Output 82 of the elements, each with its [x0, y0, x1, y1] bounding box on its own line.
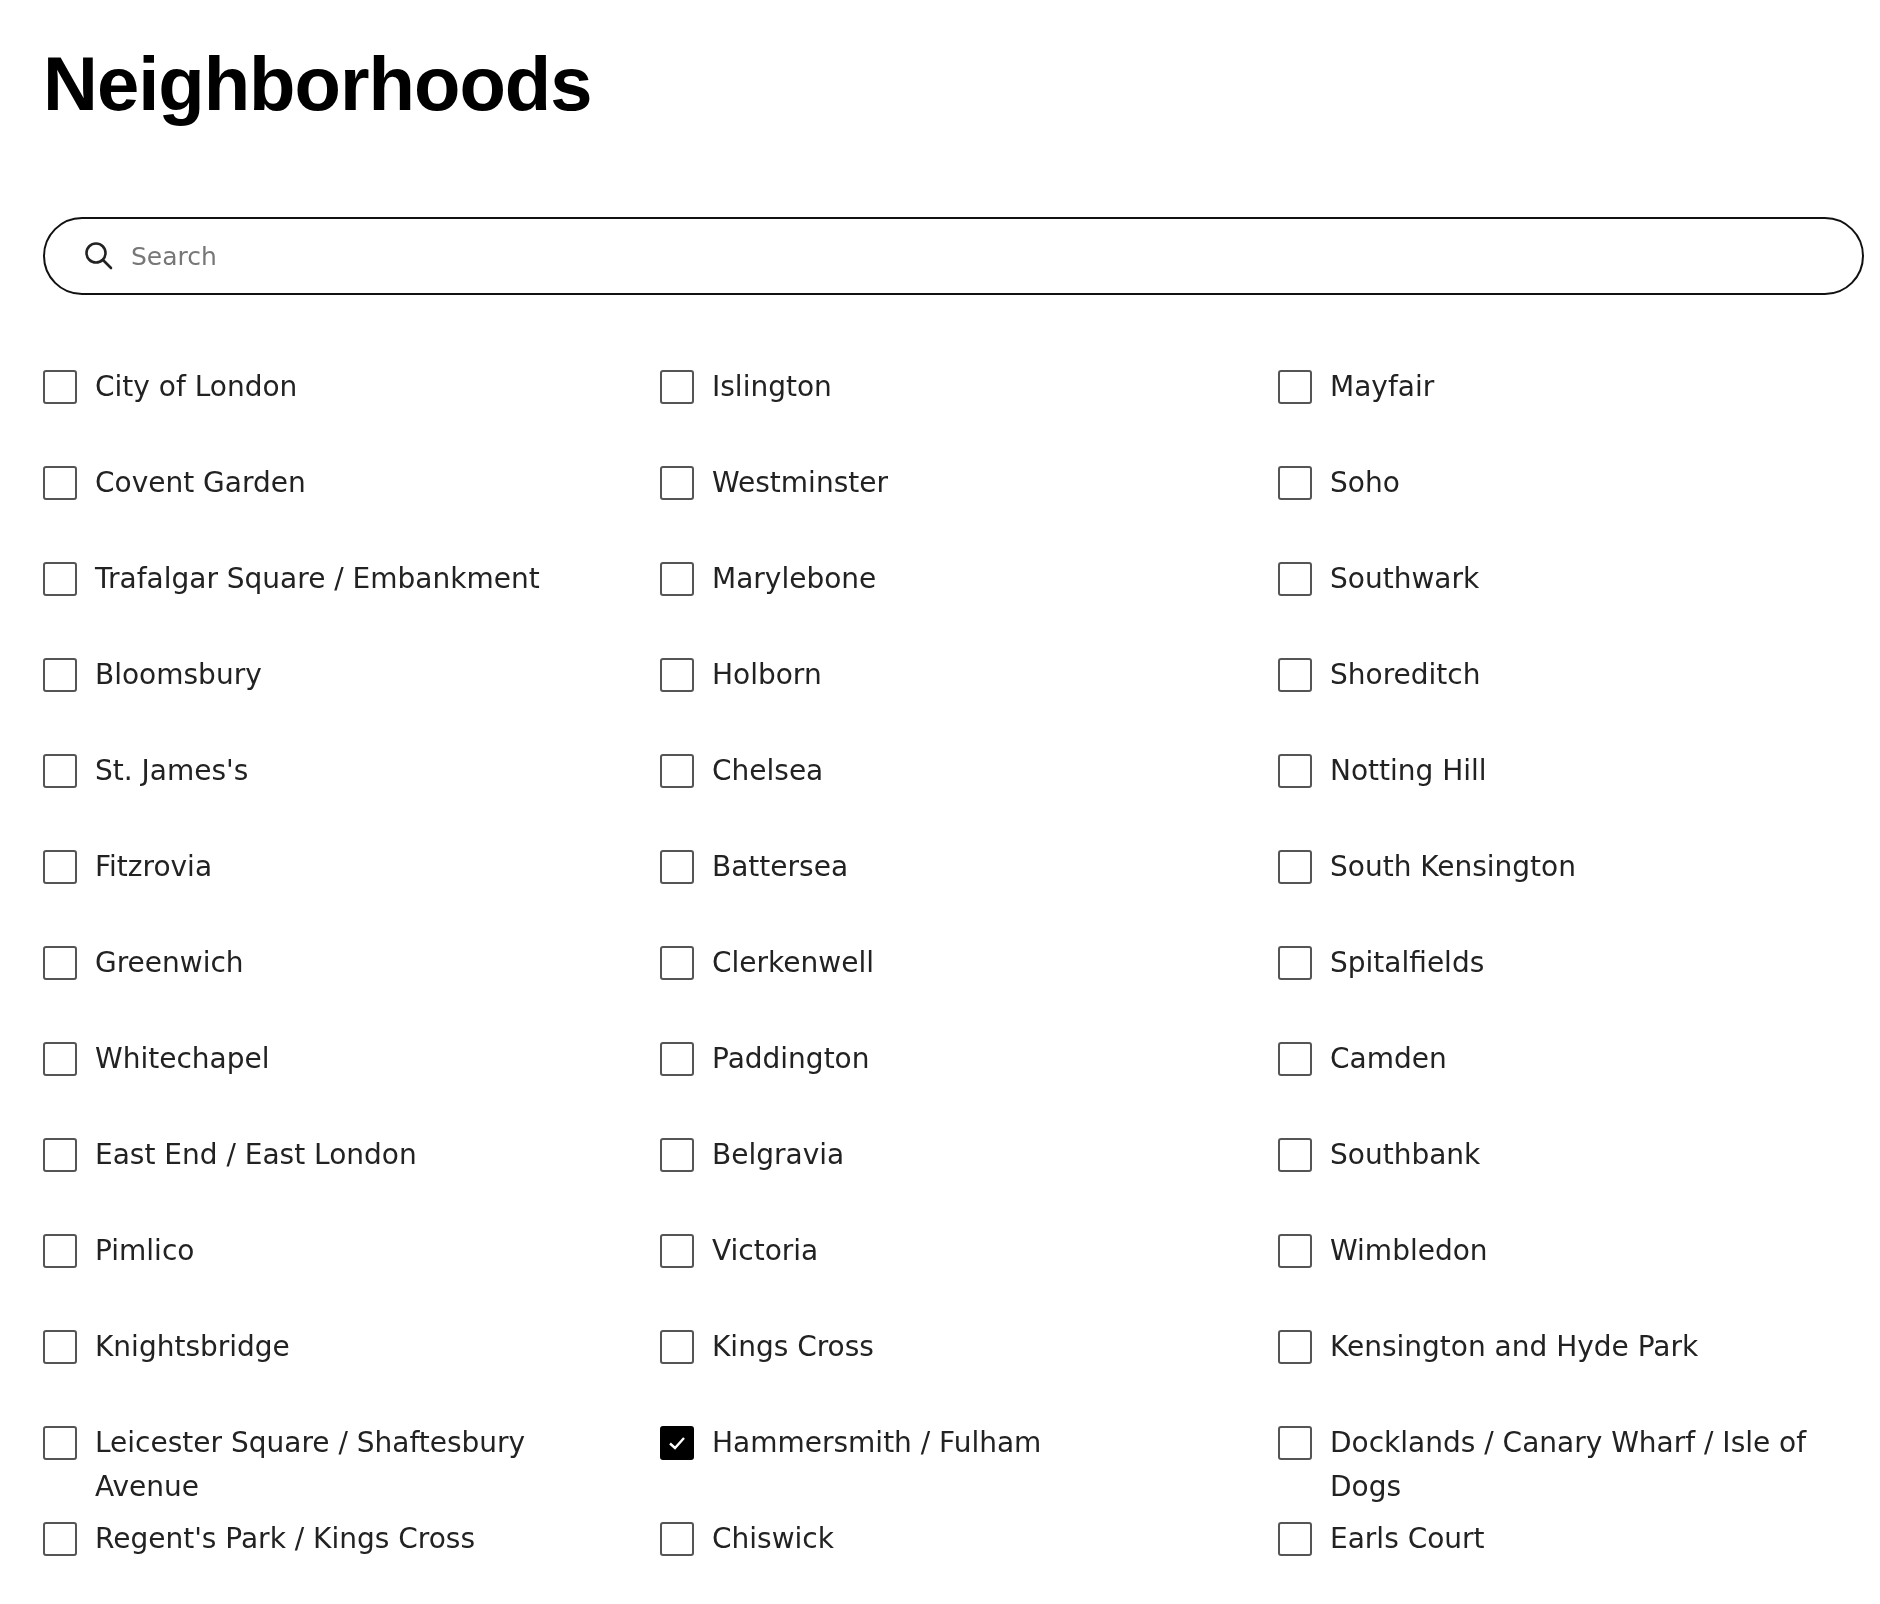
checkbox[interactable] — [660, 658, 694, 692]
checkbox[interactable] — [660, 562, 694, 596]
checkbox[interactable] — [660, 466, 694, 500]
search-icon — [83, 240, 115, 272]
checkbox[interactable] — [43, 1330, 77, 1364]
checkbox-label[interactable]: Earls Court — [1330, 1517, 1485, 1561]
checkbox[interactable] — [43, 1234, 77, 1268]
checkbox-label[interactable]: Southwark — [1330, 557, 1480, 601]
checkbox[interactable] — [43, 1138, 77, 1172]
checkbox[interactable] — [1278, 466, 1312, 500]
checkbox-label[interactable]: Regent's Park / Kings Cross — [95, 1517, 475, 1561]
checkbox-label[interactable]: Hammersmith / Fulham — [712, 1421, 1042, 1465]
checkbox-label[interactable]: Clerkenwell — [712, 941, 874, 985]
checkbox[interactable] — [660, 1234, 694, 1268]
checkbox-label[interactable]: Wimbledon — [1330, 1229, 1488, 1273]
checkbox[interactable] — [660, 1522, 694, 1556]
checkbox[interactable] — [660, 946, 694, 980]
search-field[interactable]: Search — [129, 240, 1862, 272]
checkbox-label[interactable]: Paddington — [712, 1037, 870, 1081]
checkbox-label[interactable]: Bloomsbury — [95, 653, 262, 697]
checkbox[interactable] — [43, 850, 77, 884]
checkbox[interactable] — [660, 1426, 694, 1460]
checkbox[interactable] — [660, 1138, 694, 1172]
checkbox[interactable] — [1278, 1042, 1312, 1076]
checkbox[interactable] — [43, 658, 77, 692]
checkbox[interactable] — [660, 850, 694, 884]
search-bar[interactable]: Search — [43, 217, 1864, 295]
checkbox-label[interactable]: City of London — [95, 365, 298, 409]
checkbox[interactable] — [1278, 946, 1312, 980]
checkbox-label[interactable]: Westminster — [712, 461, 888, 505]
checkbox-label[interactable]: Kings Cross — [712, 1325, 874, 1369]
checkbox[interactable] — [1278, 1522, 1312, 1556]
checkbox-label[interactable]: Pimlico — [95, 1229, 195, 1273]
checkbox[interactable] — [1278, 1426, 1312, 1460]
checkbox-label[interactable]: Leicester Square / Shaftesbury Avenue — [95, 1421, 595, 1509]
checkbox[interactable] — [43, 1522, 77, 1556]
checkbox-label[interactable]: Docklands / Canary Wharf / Isle of Dogs — [1330, 1421, 1830, 1509]
checkbox[interactable] — [43, 1426, 77, 1460]
checkbox-label[interactable]: Spitalfields — [1330, 941, 1485, 985]
checkbox[interactable] — [43, 370, 77, 404]
checkbox-label[interactable]: Greenwich — [95, 941, 244, 985]
checkbox-label[interactable]: Belgravia — [712, 1133, 845, 1177]
checkbox[interactable] — [1278, 370, 1312, 404]
checkbox[interactable] — [1278, 562, 1312, 596]
checkbox-label[interactable]: Mayfair — [1330, 365, 1435, 409]
checkbox-label[interactable]: Marylebone — [712, 557, 877, 601]
checkbox[interactable] — [1278, 850, 1312, 884]
checkbox[interactable] — [660, 1042, 694, 1076]
checkbox[interactable] — [1278, 658, 1312, 692]
checkbox[interactable] — [43, 466, 77, 500]
checkbox[interactable] — [43, 562, 77, 596]
checkbox-label[interactable]: Camden — [1330, 1037, 1447, 1081]
page-title: Neighborhoods — [43, 40, 592, 128]
checkbox[interactable] — [1278, 1138, 1312, 1172]
checkbox-label[interactable]: Knightsbridge — [95, 1325, 290, 1369]
checkbox-label[interactable]: Trafalgar Square / Embankment — [95, 557, 540, 601]
checkbox[interactable] — [1278, 1234, 1312, 1268]
checkbox-label[interactable]: Shoreditch — [1330, 653, 1481, 697]
checkbox-label[interactable]: Notting Hill — [1330, 749, 1487, 793]
checkbox-label[interactable]: Soho — [1330, 461, 1400, 505]
checkbox[interactable] — [1278, 1330, 1312, 1364]
checkbox[interactable] — [1278, 754, 1312, 788]
checkbox[interactable] — [43, 1042, 77, 1076]
checkbox-label[interactable]: South Kensington — [1330, 845, 1576, 889]
checkbox[interactable] — [660, 1330, 694, 1364]
checkbox-label[interactable]: Covent Garden — [95, 461, 306, 505]
checkbox[interactable] — [660, 754, 694, 788]
checkbox[interactable] — [43, 754, 77, 788]
checkbox[interactable] — [43, 946, 77, 980]
checkbox-label[interactable]: East End / East London — [95, 1133, 417, 1177]
checkbox[interactable] — [660, 370, 694, 404]
checkbox-label[interactable]: Kensington and Hyde Park — [1330, 1325, 1699, 1369]
checkbox-label[interactable]: Victoria — [712, 1229, 819, 1273]
checkbox-label[interactable]: Chiswick — [712, 1517, 834, 1561]
checkbox-label[interactable]: Islington — [712, 365, 832, 409]
checkbox-label[interactable]: Whitechapel — [95, 1037, 270, 1081]
checkbox-label[interactable]: Holborn — [712, 653, 822, 697]
checkbox-label[interactable]: Southbank — [1330, 1133, 1481, 1177]
checkbox-label[interactable]: Chelsea — [712, 749, 824, 793]
checkbox-label[interactable]: St. James's — [95, 749, 249, 793]
checkbox-label[interactable]: Battersea — [712, 845, 849, 889]
checkbox-label[interactable]: Fitzrovia — [95, 845, 213, 889]
